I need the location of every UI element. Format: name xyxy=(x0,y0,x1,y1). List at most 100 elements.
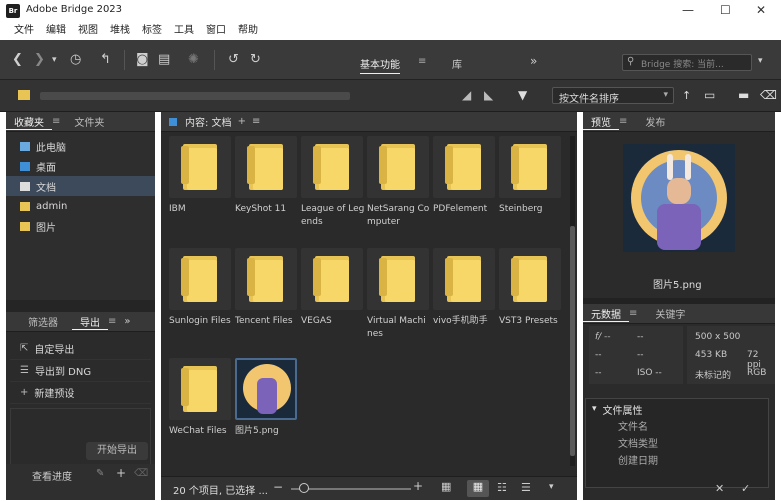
recent-icon[interactable]: ◷ xyxy=(70,52,81,67)
folder-thumbnail[interactable] xyxy=(301,248,363,310)
thumbnail-item[interactable]: Steinberg xyxy=(499,136,563,216)
folder-thumbnail[interactable] xyxy=(367,248,429,310)
sort-dropdown[interactable]: 按文件名排序 ▾ xyxy=(552,87,674,105)
maximize-button[interactable]: ☐ xyxy=(720,3,731,17)
back-icon[interactable]: ❮ xyxy=(12,52,23,67)
menu-lines-icon[interactable]: ≡ xyxy=(252,116,260,127)
workspace-essentials-tab[interactable]: 基本功能 xyxy=(360,56,400,74)
tab-export[interactable]: 导出 xyxy=(72,314,108,330)
batch-icon[interactable]: ▤ xyxy=(158,52,170,67)
menu-lines-icon[interactable]: ≡ xyxy=(108,316,116,327)
expand-panel-icon[interactable]: » xyxy=(124,316,130,327)
thumbnail-item[interactable]: IBM xyxy=(169,136,233,216)
thumbnail-item[interactable]: Tencent Files xyxy=(235,248,299,328)
tab-metadata[interactable]: 元数据 xyxy=(583,306,629,322)
thumbnail-item[interactable]: WeChat Files xyxy=(169,358,233,438)
folder-thumbnail[interactable] xyxy=(169,136,231,198)
view-list-icon[interactable]: ☰ xyxy=(521,481,531,494)
slider-handle[interactable] xyxy=(299,483,309,493)
sort-ascending-icon[interactable]: ↑ xyxy=(682,89,691,102)
add-icon[interactable]: + xyxy=(116,466,126,480)
quality-icon[interactable]: ◣ xyxy=(484,88,493,102)
file-properties-header[interactable]: ▾ 文件属性 xyxy=(586,399,768,419)
menu-edit[interactable]: 编辑 xyxy=(46,22,66,40)
thumbnail-item[interactable]: KeyShot 11 xyxy=(235,136,299,216)
new-folder-icon[interactable]: ▬ xyxy=(738,88,749,102)
menu-lines-icon[interactable]: ≡ xyxy=(629,308,637,319)
camera-icon[interactable]: ◙ xyxy=(136,52,149,67)
view-thumbnails-button[interactable]: ▦ xyxy=(467,480,489,497)
thumbnail-item[interactable]: NetSarang Computer xyxy=(367,136,431,229)
zoom-out-icon[interactable]: − xyxy=(273,480,283,494)
folder-thumbnail[interactable] xyxy=(169,248,231,310)
search-box[interactable]: ⚲ Bridge 搜索: 当前... xyxy=(622,54,752,71)
folder-thumbnail[interactable] xyxy=(301,136,363,198)
delete-icon[interactable]: ⌫ xyxy=(134,468,148,479)
preview-image[interactable] xyxy=(623,144,735,252)
chevron-down-icon[interactable]: ▾ xyxy=(52,55,57,65)
thumbnail-item[interactable]: Sunlogin Files xyxy=(169,248,233,328)
menu-lines-icon[interactable]: ≡ xyxy=(52,116,60,127)
folder-thumbnail[interactable] xyxy=(367,136,429,198)
thumbnail-item[interactable]: vivo手机助手 xyxy=(433,248,497,328)
close-window-button[interactable]: ✕ xyxy=(756,3,766,17)
grid-lock-icon[interactable]: ▦ xyxy=(441,480,451,493)
image-thumbnail[interactable] xyxy=(235,358,297,420)
folder-thumbnail[interactable] xyxy=(499,248,561,310)
tab-publish[interactable]: 发布 xyxy=(637,114,673,129)
export-dng-item[interactable]: ☰ 导出到 DNG xyxy=(10,360,151,382)
tab-preview[interactable]: 预览 xyxy=(583,114,619,130)
menu-window[interactable]: 窗口 xyxy=(206,22,226,40)
chevron-down-icon[interactable]: ▾ xyxy=(549,482,554,492)
cancel-icon[interactable]: ✕ xyxy=(715,482,724,495)
add-tab-icon[interactable]: + xyxy=(238,116,246,127)
edit-icon[interactable]: ✎ xyxy=(96,468,104,479)
tab-filter[interactable]: 筛选器 xyxy=(6,314,66,329)
start-export-button[interactable]: 开始导出 xyxy=(86,442,148,460)
folder-thumbnail[interactable] xyxy=(433,248,495,310)
minimize-button[interactable]: — xyxy=(682,3,694,17)
view-progress-link[interactable]: 查看进度 xyxy=(32,468,72,483)
new-preset-item[interactable]: + 新建预设 xyxy=(10,382,151,404)
apply-icon[interactable]: ✓ xyxy=(741,482,750,495)
search-dropdown-icon[interactable]: ▾ xyxy=(758,56,763,66)
thumbnail-item[interactable]: VST3 Presets xyxy=(499,248,563,328)
rating-filter-icon[interactable]: ◢ xyxy=(462,88,471,102)
menu-lines-icon[interactable]: ≡ xyxy=(619,116,627,127)
favorite-desktop[interactable]: 桌面 xyxy=(6,156,155,176)
favorite-this-pc[interactable]: 此电脑 xyxy=(6,136,155,156)
menu-lines-icon[interactable]: ≡ xyxy=(418,56,426,67)
forward-icon[interactable]: ❯ xyxy=(34,52,45,67)
open-recent-icon[interactable]: ▭ xyxy=(704,88,715,102)
rotate-right-icon[interactable]: ↻ xyxy=(250,52,261,67)
favorite-pictures[interactable]: 图片 xyxy=(6,216,155,236)
thumbnail-item[interactable]: VEGAS xyxy=(301,248,365,328)
folder-thumbnail[interactable] xyxy=(235,136,297,198)
thumbnail-item[interactable]: 图片5.png xyxy=(235,358,299,438)
tab-folders[interactable]: 文件夹 xyxy=(66,114,112,129)
refine-icon[interactable]: ✺ xyxy=(188,52,199,67)
folder-thumbnail[interactable] xyxy=(169,358,231,420)
menu-view[interactable]: 视图 xyxy=(78,22,98,40)
menu-label[interactable]: 标签 xyxy=(142,22,162,40)
thumbnail-size-slider[interactable] xyxy=(291,488,411,490)
menu-file[interactable]: 文件 xyxy=(14,22,34,40)
filter-icon[interactable]: ▼ xyxy=(518,88,527,102)
favorite-documents[interactable]: 文档 xyxy=(6,176,155,196)
export-custom-item[interactable]: ⇱ 自定导出 xyxy=(10,338,151,360)
content-scrollbar[interactable] xyxy=(570,136,575,466)
thumbnail-item[interactable]: PDFelement xyxy=(433,136,497,216)
menu-tools[interactable]: 工具 xyxy=(174,22,194,40)
return-icon[interactable]: ↰ xyxy=(100,52,111,67)
view-details-icon[interactable]: ☷ xyxy=(497,481,507,494)
menu-stack[interactable]: 堆栈 xyxy=(110,22,130,40)
thumbnail-item[interactable]: Virtual Machines xyxy=(367,248,431,341)
favorite-admin[interactable]: admin xyxy=(6,196,155,216)
scrollbar-thumb[interactable] xyxy=(570,226,575,456)
tab-keywords[interactable]: 关键字 xyxy=(647,306,693,321)
rotate-left-icon[interactable]: ↺ xyxy=(228,52,239,67)
menu-help[interactable]: 帮助 xyxy=(238,22,258,40)
thumbnail-item[interactable]: League of Legends xyxy=(301,136,365,229)
folder-thumbnail[interactable] xyxy=(433,136,495,198)
workspace-library-tab[interactable]: 库 xyxy=(452,56,462,71)
